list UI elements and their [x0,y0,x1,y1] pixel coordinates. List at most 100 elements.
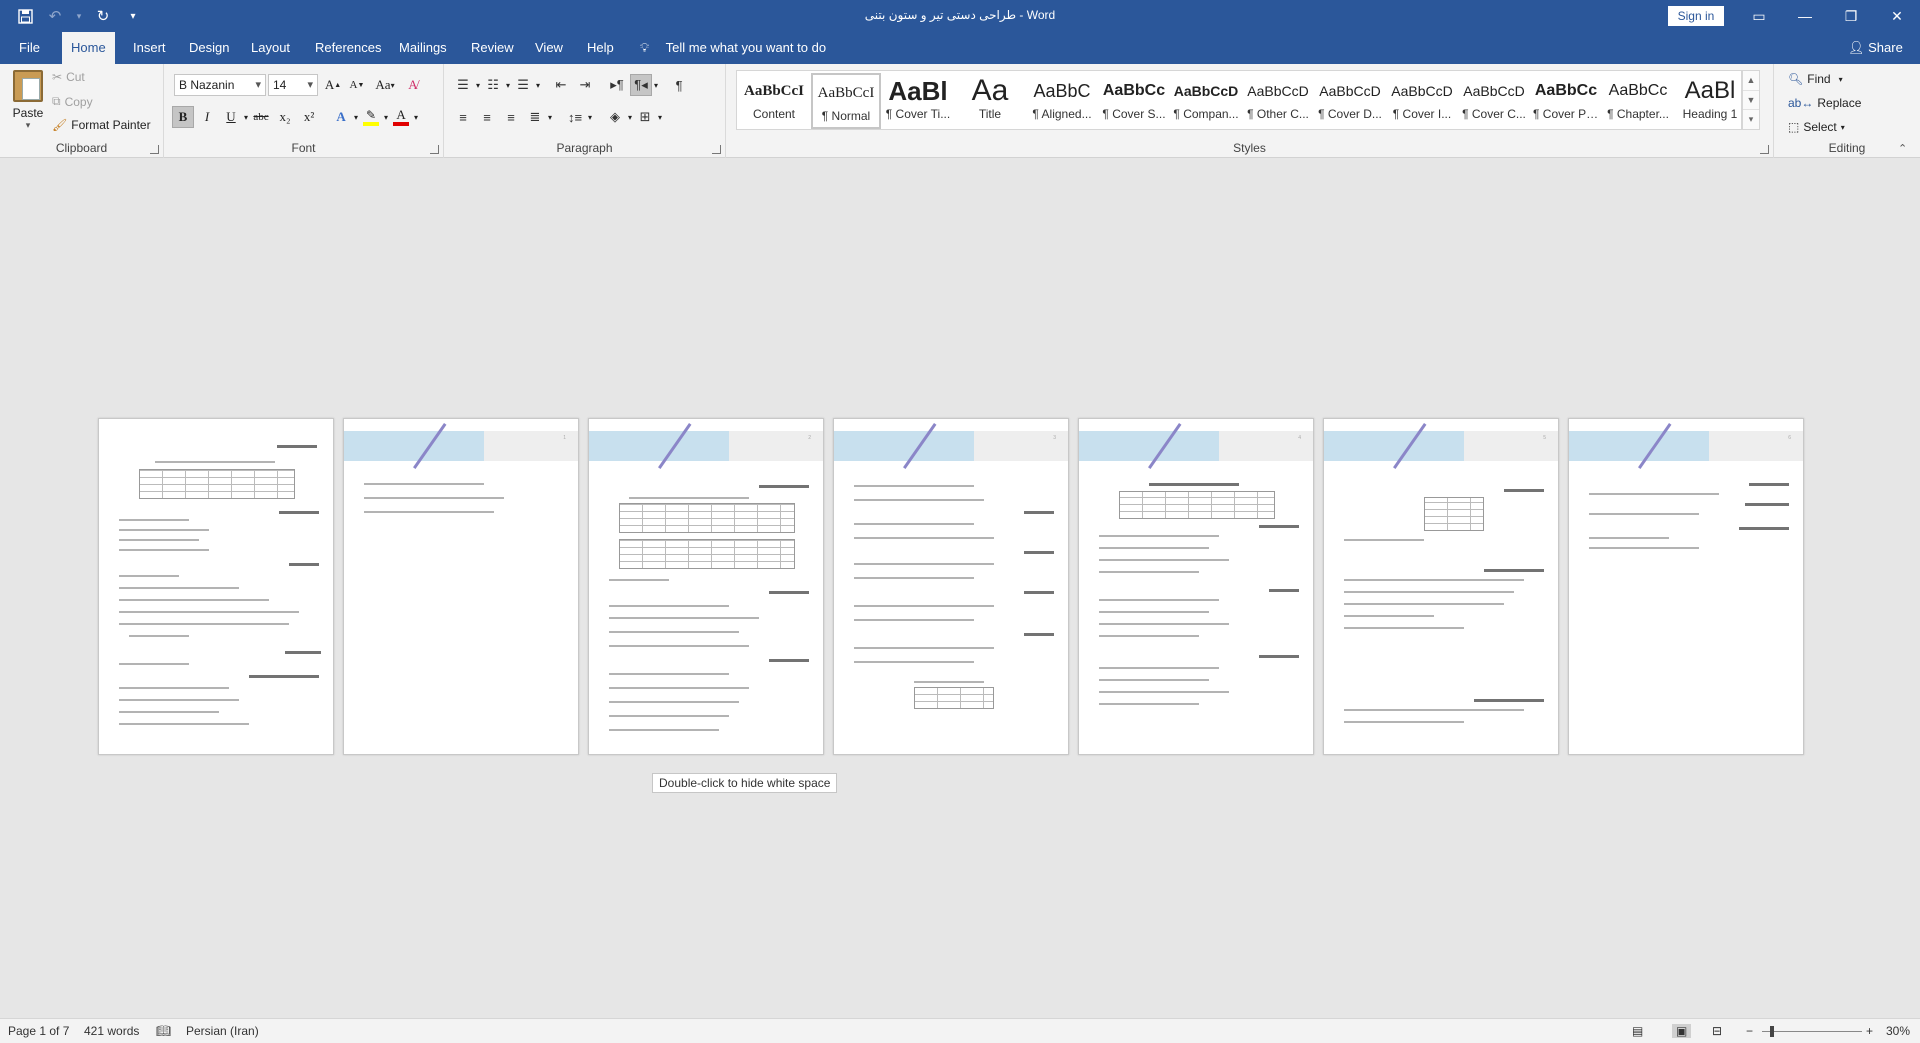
highlight-dropdown-icon[interactable]: ▾ [384,113,388,122]
word-count[interactable]: 421 words [84,1024,139,1038]
page-thumbnail[interactable]: 1 [343,418,579,755]
shading-icon[interactable]: ◈ [604,106,626,128]
close-button[interactable]: ✕ [1874,0,1920,32]
collapse-ribbon-icon[interactable]: ⌃ [1898,142,1907,155]
style-normal[interactable]: AaBbCcI ¶ Normal [811,73,881,129]
font-color-button[interactable]: A [390,106,412,128]
bold-button[interactable]: B [172,106,194,128]
superscript-button[interactable]: x² [298,106,320,128]
style-cover-info[interactable]: AaBbCcD ¶ Cover I... [1387,73,1457,129]
page-thumbnail[interactable]: 5 [1323,418,1559,755]
multilevel-dropdown-icon[interactable]: ▾ [536,81,540,90]
zoom-level[interactable]: 30% [1886,1024,1910,1038]
clipboard-launcher-icon[interactable] [150,145,159,154]
page-thumbnail[interactable] [98,418,334,755]
page-thumbnail[interactable]: 4 [1078,418,1314,755]
font-name-combo[interactable]: B Nazanin [174,74,266,96]
align-left-icon[interactable]: ≡ [452,106,474,128]
web-layout-icon[interactable]: ⊟ [1712,1024,1722,1038]
font-size-combo[interactable]: 14 [268,74,318,96]
subscript-button[interactable]: x₂ [274,106,296,128]
style-cover-subtitle[interactable]: AaBbCc ¶ Cover S... [1099,73,1169,129]
tab-file[interactable]: File [10,32,49,64]
underline-button[interactable]: U [220,106,242,128]
zoom-out-button[interactable]: − [1746,1024,1753,1038]
styles-launcher-icon[interactable] [1760,145,1769,154]
paragraph-launcher-icon[interactable] [712,145,721,154]
select-button[interactable]: ⬚ Select ▾ [1788,120,1845,134]
style-other-cover[interactable]: AaBbCcD ¶ Other C... [1243,73,1313,129]
replace-button[interactable]: ab↔ Replace [1788,96,1861,110]
line-spacing-dropdown-icon[interactable]: ▾ [588,113,592,122]
rtl-direction-icon[interactable]: ¶◂ [630,74,653,96]
page-count[interactable]: Page 1 of 7 [8,1024,69,1038]
line-spacing-icon[interactable]: ↕≡ [564,106,586,128]
tab-references[interactable]: References [306,32,390,64]
zoom-slider[interactable] [1762,1031,1862,1032]
font-launcher-icon[interactable] [430,145,439,154]
numbering-dropdown-icon[interactable]: ▾ [506,81,510,90]
ltr-direction-icon[interactable]: ▸¶ [606,74,628,96]
tab-layout[interactable]: Layout [242,32,299,64]
style-chapter[interactable]: AaBbCc ¶ Chapter... [1603,73,1673,129]
restore-button[interactable]: ❐ [1828,0,1874,32]
minimize-button[interactable]: — [1782,0,1828,32]
sign-in-button[interactable]: Sign in [1668,6,1724,26]
gallery-up-icon[interactable]: ▲ [1743,71,1759,91]
style-aligned[interactable]: AaBbC ¶ Aligned... [1027,73,1097,129]
find-button[interactable]: 🔍︎ Find ▾ [1788,72,1843,86]
style-company[interactable]: AaBbCcD ¶ Compan... [1171,73,1241,129]
borders-dropdown-icon[interactable]: ▾ [658,113,662,122]
underline-dropdown-icon[interactable]: ▾ [244,113,248,122]
style-cover-title[interactable]: AaBl ¶ Cover Ti... [883,73,953,129]
numbering-icon[interactable]: ☷ [482,74,504,96]
align-center-icon[interactable]: ≡ [476,106,498,128]
language-indicator[interactable]: Persian (Iran) [186,1024,259,1038]
multilevel-list-icon[interactable]: ☰ [512,74,534,96]
italic-button[interactable]: I [196,106,218,128]
style-content[interactable]: AaBbCcI Content [739,73,809,129]
page-thumbnail[interactable]: 2 [588,418,824,755]
tab-insert[interactable]: Insert [124,32,175,64]
tab-home[interactable]: Home [62,32,115,64]
share-button[interactable]: 👤︎ Share [1848,32,1903,64]
shrink-font-button[interactable]: A ▼ [346,74,368,96]
page-thumbnail[interactable]: 3 [833,418,1069,755]
direction-dropdown-icon[interactable]: ▾ [654,81,658,90]
style-cover-date[interactable]: AaBbCcD ¶ Cover D... [1315,73,1385,129]
style-cover-project[interactable]: AaBbCc ¶ Cover Pr... [1531,73,1601,129]
format-painter-button[interactable]: 🖌︎ Format Painter [52,118,151,132]
borders-icon[interactable]: ⊞ [634,106,656,128]
tab-view[interactable]: View [526,32,572,64]
cut-button[interactable]: ✂ Cut [52,70,85,84]
text-effects-dropdown-icon[interactable]: ▾ [354,113,358,122]
tab-help[interactable]: Help [578,32,623,64]
style-heading-1[interactable]: AaBl Heading 1 [1675,73,1745,129]
justify-dropdown-icon[interactable]: ▾ [548,113,552,122]
tab-review[interactable]: Review [462,32,523,64]
align-right-icon[interactable]: ≡ [500,106,522,128]
increase-indent-icon[interactable]: ⇥ [574,74,596,96]
bullets-dropdown-icon[interactable]: ▾ [476,81,480,90]
strikethrough-button[interactable]: abc [250,106,272,128]
print-layout-icon[interactable]: ▣ [1672,1024,1692,1038]
style-title[interactable]: Aa Title [955,73,1025,129]
change-case-button[interactable]: Aa ▾ [370,74,400,96]
ribbon-display-options-icon[interactable]: ▭ [1736,0,1782,32]
justify-icon[interactable]: ≣ [524,106,546,128]
clear-formatting-icon[interactable]: A̸ [402,74,424,96]
bullets-icon[interactable]: ☰ [452,74,474,96]
zoom-slider-thumb[interactable] [1770,1026,1774,1037]
paste-button[interactable]: Paste ▾ [10,70,46,130]
grow-font-button[interactable]: A ▲ [322,74,344,96]
tab-design[interactable]: Design [180,32,238,64]
document-area[interactable]: 1 2 3 4 5 6 Double-click to hide white s… [0,158,1920,1018]
gallery-down-icon[interactable]: ▼ [1743,91,1759,111]
zoom-in-button[interactable]: + [1866,1024,1873,1038]
tell-me-search[interactable]: 💡︎ Tell me what you want to do [640,32,826,64]
text-effects-button[interactable]: A [330,106,352,128]
shading-dropdown-icon[interactable]: ▾ [628,113,632,122]
show-formatting-marks-button[interactable]: ¶ [668,74,690,96]
tab-mailings[interactable]: Mailings [390,32,456,64]
style-cover-company[interactable]: AaBbCcD ¶ Cover C... [1459,73,1529,129]
